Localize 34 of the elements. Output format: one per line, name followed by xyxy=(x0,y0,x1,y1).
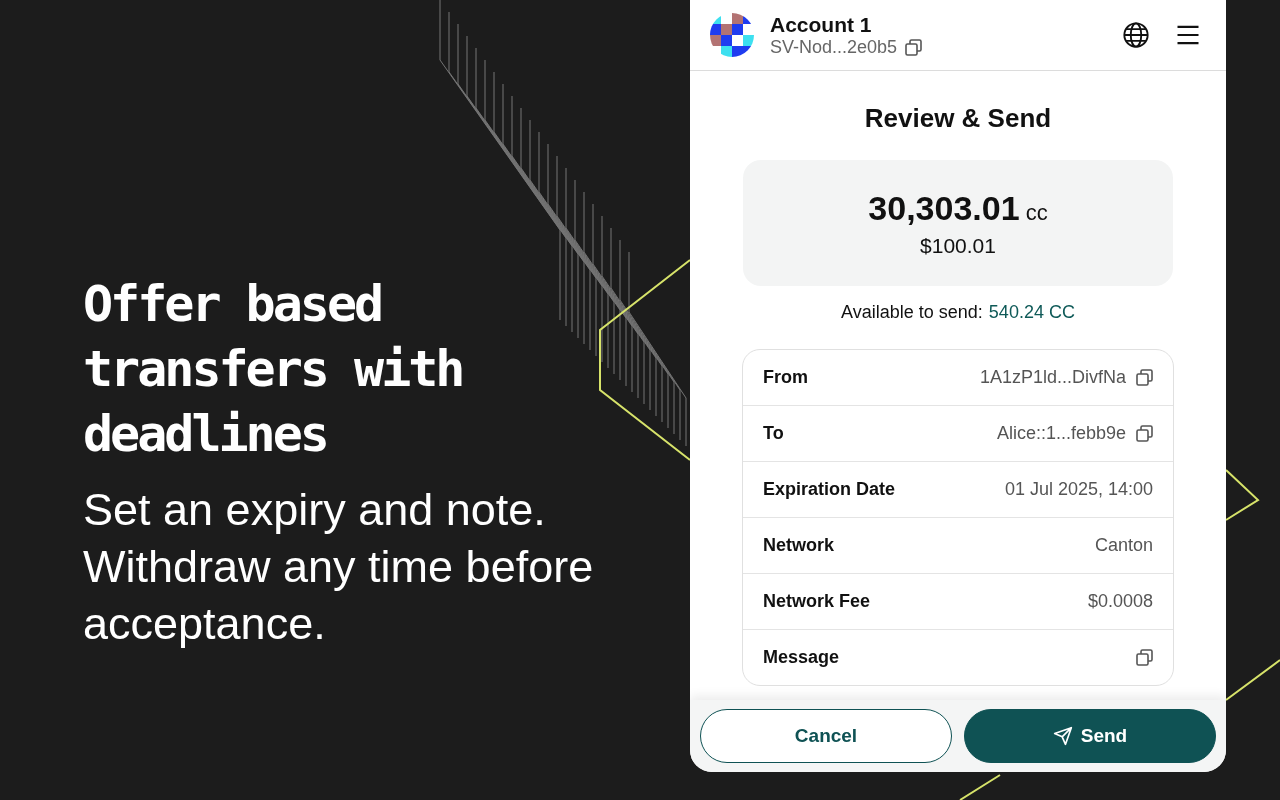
send-button[interactable]: Send xyxy=(964,709,1216,763)
detail-label: Network Fee xyxy=(763,591,872,612)
amount-value: 30,303.01 xyxy=(868,188,1020,228)
copy-address-button[interactable] xyxy=(905,38,923,56)
account-name: Account 1 xyxy=(770,12,873,37)
fiat-value: $100.01 xyxy=(920,233,996,258)
copy-icon xyxy=(1136,425,1153,442)
copy-button[interactable] xyxy=(1136,369,1153,386)
copy-icon xyxy=(1136,649,1153,666)
detail-label: Network xyxy=(763,535,835,556)
promo-subtext: Set an expiry and note. Withdraw any time before acceptance. xyxy=(83,483,595,651)
account-avatar-icon xyxy=(710,13,754,57)
available-label: Available to send: xyxy=(841,302,983,323)
detail-value: 1A1zP1ld...DivfNa xyxy=(979,367,1126,388)
detail-label: Message xyxy=(763,647,841,668)
page-title: Review & Send xyxy=(864,103,1052,134)
promo-headline: Offer based transfers with deadlines xyxy=(83,274,464,465)
detail-label: From xyxy=(763,367,809,388)
copy-icon xyxy=(1136,369,1153,386)
send-icon xyxy=(1052,726,1073,746)
globe-icon xyxy=(1122,21,1150,49)
detail-value: $0.0008 xyxy=(1087,591,1153,612)
available-value: 540.24 CC xyxy=(988,302,1075,323)
cancel-button[interactable]: Cancel xyxy=(700,709,952,763)
detail-value: Canton xyxy=(1094,535,1153,556)
detail-label: To xyxy=(763,423,785,444)
copy-icon xyxy=(905,38,923,56)
detail-value: 01 Jul 2025, 14:00 xyxy=(1004,479,1153,500)
account-address: SV-Nod...2e0b5 xyxy=(770,36,898,58)
copy-button[interactable] xyxy=(1136,649,1153,666)
copy-button[interactable] xyxy=(1136,425,1153,442)
detail-label: Expiration Date xyxy=(763,479,897,500)
detail-value: Alice::1...febb9e xyxy=(996,423,1126,444)
amount-unit: cc xyxy=(1025,199,1048,226)
